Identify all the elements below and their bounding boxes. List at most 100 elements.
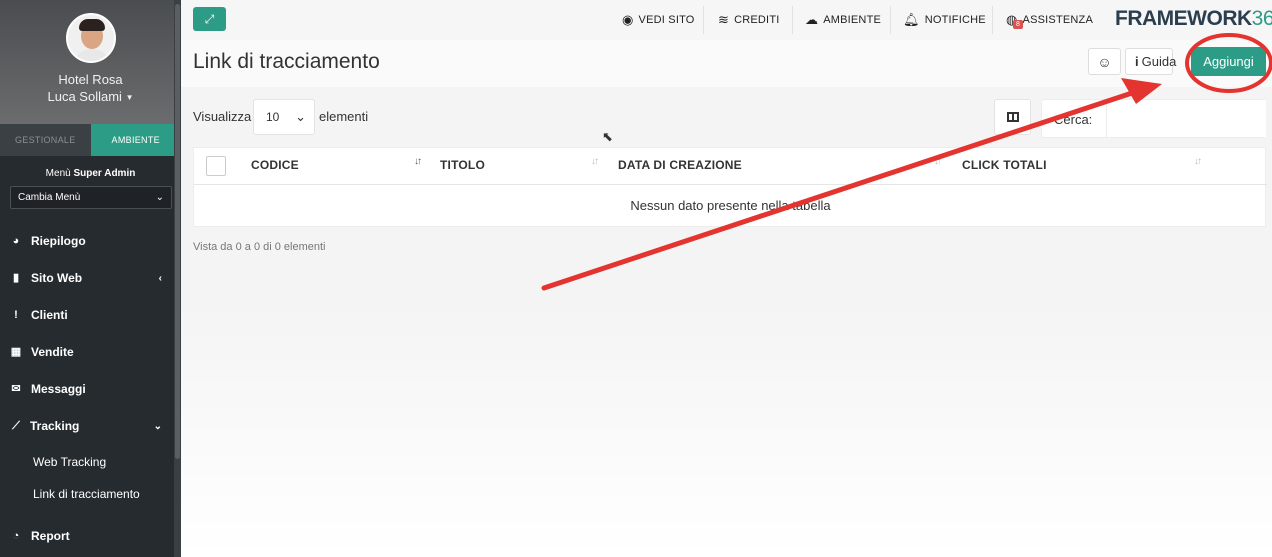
sidebar-tabs: GESTIONALE AMBIENTE	[0, 124, 181, 156]
topbar-ambiente[interactable]: ☁ AMBIENTE	[805, 0, 881, 40]
table-info: Vista da 0 a 0 di 0 elementi	[193, 241, 326, 253]
column-visibility-button[interactable]	[994, 99, 1031, 135]
table-header: CODICE ↓↑ TITOLO ↓↑ DATA DI CREAZIONE ↓↑…	[194, 148, 1267, 185]
topbar-notifiche[interactable]: 🔔︎ NOTIFICHE	[903, 0, 986, 40]
page-title: Link di tracciamento	[193, 50, 380, 73]
brand-logo[interactable]: FRAMEWORK360	[1115, 7, 1272, 31]
brand-number: 360	[1251, 7, 1272, 30]
sort-icon[interactable]: ↓↑	[591, 156, 599, 167]
column-header-click-totali[interactable]: CLICK TOTALI	[962, 158, 1047, 172]
smile-icon: ☺	[1097, 53, 1112, 70]
sidebar-item-sito-web[interactable]: ▮ Sito Web ‹	[0, 264, 174, 292]
sidebar-item-vendite[interactable]: ▦ Vendite	[0, 338, 174, 366]
topbar-link-label: VEDI SITO	[638, 14, 695, 26]
dashboard-icon: ◕	[12, 235, 20, 247]
search-label: Cerca:	[1054, 112, 1093, 127]
divider	[792, 6, 793, 34]
sort-icon[interactable]: ↓↑	[414, 156, 422, 167]
expand-button[interactable]: ⤢	[193, 7, 226, 31]
guide-label: Guida	[1141, 54, 1177, 69]
sidebar-subitem-link-tracciamento[interactable]: Link di tracciamento	[33, 487, 140, 501]
sidebar-item-label: Messaggi	[31, 382, 86, 396]
brand-text: FRAMEWORK	[1115, 7, 1252, 30]
pie-chart-icon: ◔	[12, 530, 20, 542]
mouse-cursor-icon: ⬉	[602, 129, 613, 144]
coins-icon: ≋	[718, 12, 730, 27]
page-header: Link di tracciamento ☺ i Guida Aggiungi	[181, 40, 1272, 87]
sidebar-item-riepilogo[interactable]: ◕ Riepilogo	[0, 227, 174, 255]
notification-badge: 8	[1013, 20, 1024, 29]
chart-line-icon: ⟋	[12, 420, 20, 432]
eye-icon: ◉	[622, 12, 634, 27]
topbar-link-label: NOTIFICHE	[924, 14, 986, 26]
sidebar-item-label: Tracking	[30, 419, 80, 433]
menu-title: Menù Super Admin	[0, 168, 181, 179]
page-length-select[interactable]: 10 ⌄	[253, 99, 315, 135]
sidebar-scrollbar[interactable]	[174, 0, 181, 557]
person-icon: ǃ	[14, 309, 18, 321]
sidebar-item-tracking[interactable]: ⟋ Tracking ⌄	[0, 412, 174, 440]
sidebar-subitem-web-tracking[interactable]: Web Tracking	[33, 455, 106, 469]
divider	[703, 6, 704, 34]
select-all-checkbox[interactable]	[206, 156, 226, 176]
chevron-down-icon: ⌄	[153, 420, 162, 432]
user-name: Luca Sollami	[47, 89, 122, 104]
chevron-down-icon: ⌄	[155, 192, 164, 203]
tracking-links-table: CODICE ↓↑ TITOLO ↓↑ DATA DI CREAZIONE ↓↑…	[193, 147, 1267, 227]
file-icon: ▮	[12, 272, 20, 284]
change-menu-select[interactable]: Cambia Menù ⌄	[10, 186, 172, 209]
add-button[interactable]: Aggiungi	[1191, 47, 1266, 76]
menu-title-prefix: Menù	[45, 168, 71, 179]
guide-button[interactable]: i Guida	[1125, 48, 1176, 75]
search-group: Cerca:	[1041, 99, 1266, 138]
column-header-titolo[interactable]: TITOLO	[440, 158, 485, 172]
sidebar-item-label: Report	[31, 529, 70, 543]
hotel-name: Hotel Rosa	[58, 72, 123, 87]
sidebar-item-label: Clienti	[31, 308, 68, 322]
menu-title-role: Super Admin	[73, 168, 136, 179]
topbar-link-label: CREDITI	[734, 14, 780, 26]
divider	[890, 6, 891, 34]
topbar-assistenza[interactable]: ◍ 8 ASSISTENZA	[1006, 0, 1093, 40]
chevron-left-icon: ‹	[158, 272, 162, 284]
globe-icon: ◍ 8	[1006, 12, 1024, 29]
info-icon: i	[1135, 54, 1139, 69]
elements-label: elementi	[319, 109, 369, 124]
topbar: ⤢ ◉ VEDI SITO ≋ CREDITI ☁ AMBIENTE 🔔︎ NO…	[181, 0, 1272, 40]
topbar-vedi-sito[interactable]: ◉ VEDI SITO	[622, 0, 695, 40]
topbar-link-label: ASSISTENZA	[1022, 14, 1094, 26]
search-input[interactable]	[1106, 100, 1266, 137]
tab-gestionale[interactable]: GESTIONALE	[0, 124, 91, 156]
column-header-codice[interactable]: CODICE	[251, 158, 299, 172]
sidebar-item-label: Riepilogo	[31, 234, 86, 248]
sidebar: Hotel Rosa Luca Sollami ▼ GESTIONALE AMB…	[0, 0, 181, 557]
caret-down-icon: ▼	[125, 93, 134, 103]
chevron-down-icon: ⌄	[295, 109, 306, 124]
sort-icon[interactable]: ↓↑	[1194, 156, 1202, 167]
columns-icon	[1006, 112, 1019, 122]
expand-icon: ⤢	[204, 11, 215, 26]
feedback-button[interactable]: ☺	[1088, 48, 1121, 75]
sidebar-item-label: Sito Web	[31, 271, 83, 285]
content-background	[181, 300, 1272, 557]
calculator-icon: ▦	[10, 346, 22, 358]
sidebar-item-report[interactable]: ◔ Report	[0, 522, 174, 550]
change-menu-value: Cambia Menù	[18, 192, 81, 203]
empty-table-message: Nessun dato presente nella tabella	[630, 198, 831, 213]
column-header-data-creazione[interactable]: DATA DI CREAZIONE	[618, 158, 742, 172]
show-label: Visualizza	[193, 109, 252, 124]
envelope-icon: ✉	[11, 383, 21, 395]
bell-icon: 🔔︎	[903, 12, 920, 27]
user-menu[interactable]: Luca Sollami ▼	[0, 89, 181, 104]
profile-panel: Hotel Rosa Luca Sollami ▼	[0, 0, 181, 124]
sidebar-item-clienti[interactable]: ǃ Clienti	[0, 301, 174, 329]
tab-ambiente[interactable]: AMBIENTE	[90, 124, 181, 156]
topbar-crediti[interactable]: ≋ CREDITI	[718, 0, 780, 40]
sidebar-item-label: Vendite	[31, 345, 74, 359]
sort-icon[interactable]: ↓↑	[934, 156, 942, 167]
sidebar-item-messaggi[interactable]: ✉ Messaggi	[0, 375, 174, 403]
cloud-icon: ☁	[805, 12, 819, 27]
sidebar-scroll-thumb[interactable]	[175, 4, 180, 459]
page-length-value: 10	[266, 110, 280, 124]
avatar[interactable]	[65, 13, 116, 63]
